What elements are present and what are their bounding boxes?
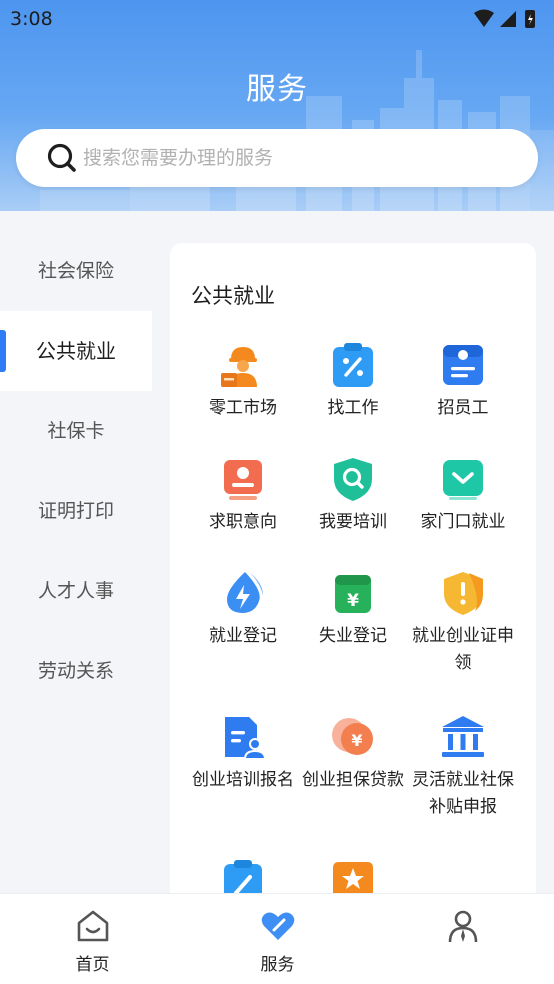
service-gig-market[interactable]: 零工市场 <box>188 341 298 455</box>
service-label: 家门口就业 <box>420 512 506 532</box>
service-label: 创业担保贷款 <box>302 770 404 790</box>
service-job-intention[interactable]: 求职意向 <box>188 455 298 569</box>
service-label: 找工作 <box>327 398 379 418</box>
profile-card-icon <box>224 460 262 500</box>
category-social-insurance[interactable]: 社会保险 <box>0 231 152 311</box>
service-unemployment-registration[interactable]: ¥ 失业登记 <box>298 569 408 683</box>
document-user-icon <box>225 717 267 760</box>
home-icon <box>77 910 108 942</box>
category-certificate-print[interactable]: 证明打印 <box>0 471 152 551</box>
category-social-security-card[interactable]: 社保卡 <box>0 391 152 471</box>
service-label: 创业培训报名 <box>192 770 294 790</box>
service-label: 就业登记 <box>209 626 277 646</box>
page-title: 服务 <box>246 72 308 107</box>
tab-label: 首页 <box>75 955 110 975</box>
service-startup-training-signup[interactable]: 创业培训报名 <box>188 713 298 857</box>
shield-alert-icon <box>444 572 483 615</box>
tab-service[interactable]: 服务 <box>185 894 370 984</box>
worker-icon <box>221 347 257 387</box>
person-icon <box>448 910 477 943</box>
status-icons <box>472 8 542 35</box>
bottom-tab-bar: 首页 服务 <box>0 893 554 984</box>
category-public-employment[interactable]: 公共就业 <box>0 311 152 391</box>
shield-search-icon <box>334 458 372 501</box>
service-label: 失业登记 <box>319 626 387 646</box>
service-employment-registration[interactable]: 就业登记 <box>188 569 298 683</box>
wallet-yuan-icon: ¥ <box>335 575 371 613</box>
service-label: 就业创业证申领 <box>412 626 514 673</box>
search-icon <box>47 143 76 172</box>
heart-service-icon <box>261 912 294 940</box>
search-bar[interactable] <box>16 129 538 187</box>
service-label: 求职意向 <box>209 512 277 532</box>
service-employment-certificate[interactable]: 就业创业证申领 <box>408 569 518 713</box>
service-panel: 公共就业 零工市场 找工作 招员工 求职意向 我要培训 家门口就业 就业登记 ¥… <box>170 243 536 923</box>
category-labor-relations[interactable]: 劳动关系 <box>0 631 152 711</box>
service-recruit[interactable]: 招员工 <box>408 341 518 455</box>
tab-profile[interactable] <box>370 894 554 984</box>
status-time: 3:08 <box>10 8 53 30</box>
tab-label: 服务 <box>260 955 295 975</box>
clipboard-percent-icon <box>333 343 373 387</box>
service-startup-loan[interactable]: ¥ 创业担保贷款 <box>298 713 408 857</box>
service-label: 灵活就业社保补贴申报 <box>412 770 514 817</box>
service-grid: 零工市场 找工作 招员工 求职意向 我要培训 家门口就业 就业登记 ¥ 失业登记… <box>188 341 518 923</box>
svg-text:¥: ¥ <box>347 591 359 611</box>
category-nav: 社会保险 公共就业 社保卡 证明打印 人才人事 劳动关系 <box>0 231 152 893</box>
service-doorstep-employment[interactable]: 家门口就业 <box>408 455 518 569</box>
service-training[interactable]: 我要培训 <box>298 455 408 569</box>
water-drop-bolt-icon <box>227 572 263 613</box>
bank-icon <box>442 716 484 757</box>
service-find-job[interactable]: 找工作 <box>298 341 408 455</box>
service-label: 我要培训 <box>319 512 387 532</box>
wifi-icon <box>474 9 494 27</box>
chevron-box-icon <box>443 460 483 500</box>
section-title: 公共就业 <box>191 284 275 308</box>
tab-home[interactable]: 首页 <box>0 894 185 984</box>
signal-icon <box>500 11 516 27</box>
service-label: 零工市场 <box>209 398 277 418</box>
header: 3:08 服务 <box>0 0 554 211</box>
coins-yuan-icon: ¥ <box>332 718 373 755</box>
search-input[interactable] <box>83 147 503 169</box>
service-label: 招员工 <box>437 398 489 418</box>
id-card-icon <box>443 345 483 385</box>
status-bar: 3:08 <box>0 0 554 38</box>
service-flexible-employment-subsidy[interactable]: 灵活就业社保补贴申报 <box>408 713 518 857</box>
svg-text:¥: ¥ <box>351 731 362 750</box>
category-talent-personnel[interactable]: 人才人事 <box>0 551 152 631</box>
